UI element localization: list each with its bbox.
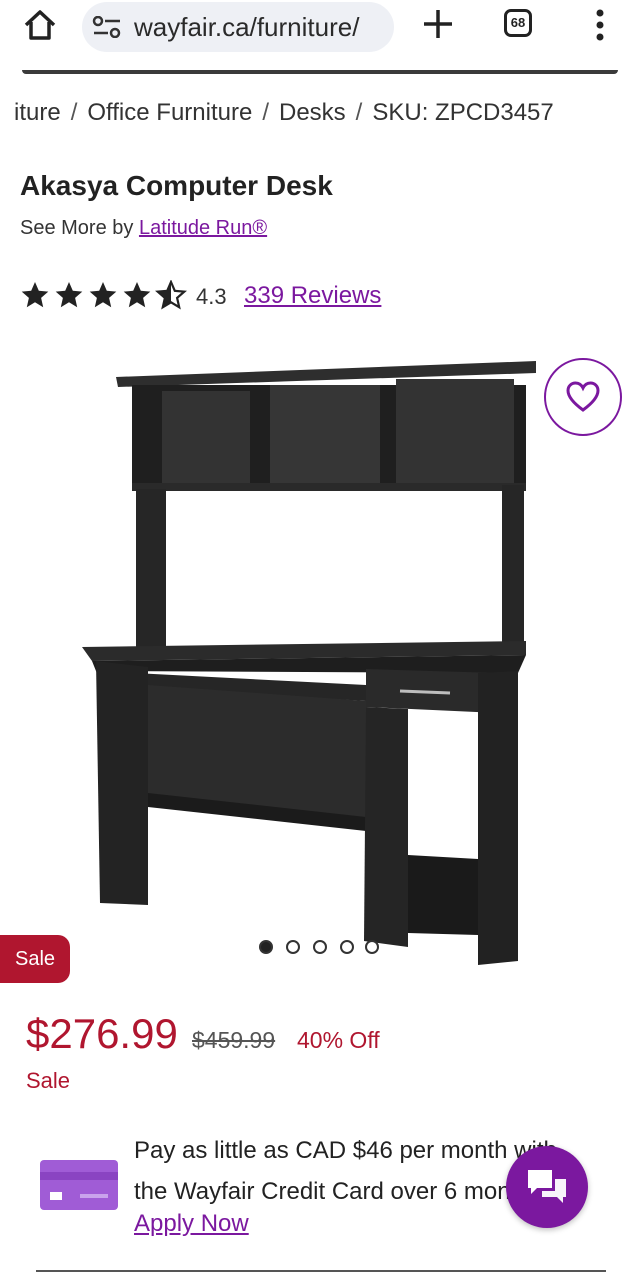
carousel-dot[interactable] (259, 940, 273, 954)
breadcrumb: iture / Office Furniture / Desks / SKU: ZPCD34… (14, 99, 554, 127)
apply-now-link[interactable]: Apply Now (134, 1210, 249, 1238)
browser-toolbar: wayfair.ca/furniture/ 68 (0, 0, 640, 74)
breadcrumb-sku: SKU: ZPCD3457 (372, 99, 554, 126)
carousel-dot[interactable] (340, 940, 354, 954)
star-rating-icon (21, 280, 186, 309)
carousel-dot[interactable] (313, 940, 327, 954)
carousel-dot[interactable] (365, 940, 379, 954)
breadcrumb-item[interactable]: Desks (279, 99, 346, 126)
discount-label: 40% Off (297, 1027, 380, 1053)
product-image[interactable] (78, 355, 538, 970)
tabs-icon[interactable]: 68 (504, 9, 532, 37)
breadcrumb-item[interactable]: iture (14, 99, 61, 126)
sale-badge: Sale (0, 935, 70, 983)
favorite-button[interactable] (544, 358, 622, 436)
home-icon[interactable] (22, 8, 58, 42)
new-tab-icon[interactable] (418, 4, 458, 44)
breadcrumb-separator: / (262, 99, 269, 126)
menu-icon[interactable] (590, 8, 610, 42)
original-price: $459.99 (192, 1027, 276, 1053)
breadcrumb-separator: / (70, 99, 78, 126)
product-title: Akasya Computer Desk (20, 170, 333, 201)
address-bar[interactable]: wayfair.ca/furniture/ (82, 2, 394, 52)
see-more-by: See More by Latitude Run® (20, 217, 267, 240)
credit-card-icon (40, 1160, 120, 1212)
carousel-dot[interactable] (286, 940, 300, 954)
chat-icon (528, 1170, 566, 1203)
breadcrumb-item[interactable]: Office Furniture (87, 99, 252, 126)
rating-value: 4.3 (196, 284, 227, 309)
see-more-prefix: See More by (20, 217, 134, 239)
page-divider (22, 70, 618, 74)
chat-button[interactable] (506, 1146, 588, 1228)
reviews-link[interactable]: 339 Reviews (244, 282, 381, 310)
sale-price: $276.99 (26, 1010, 178, 1057)
breadcrumb-separator: / (355, 99, 363, 126)
sale-text: Sale (26, 1068, 71, 1093)
heart-icon (566, 381, 600, 412)
section-divider (36, 1270, 606, 1272)
url-text: wayfair.ca/furniture/ (134, 12, 360, 42)
site-settings-icon[interactable] (92, 15, 122, 39)
brand-link[interactable]: Latitude Run® (139, 217, 267, 239)
